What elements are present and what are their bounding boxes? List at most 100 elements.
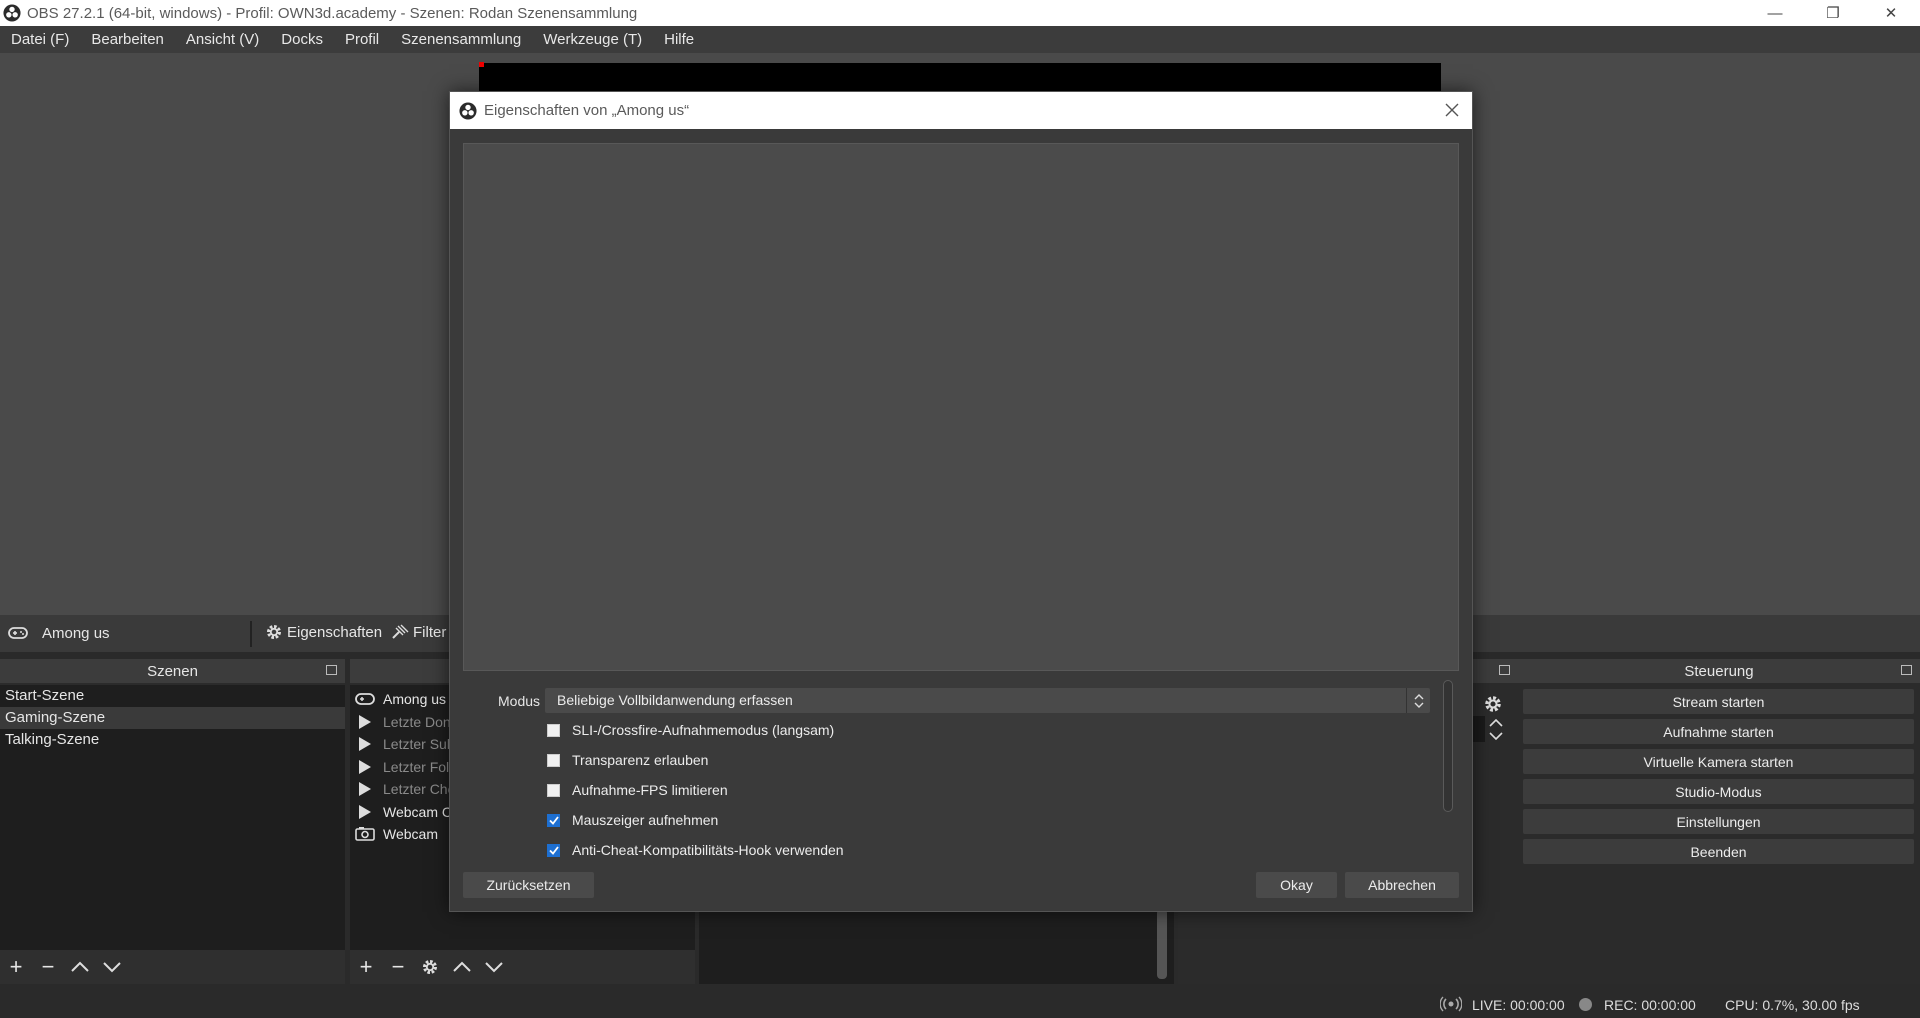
scenes-dock-title: Szenen: [147, 662, 198, 680]
add-scene-button[interactable]: +: [0, 952, 32, 982]
sources-footer: + −: [350, 950, 695, 984]
duration-stepper[interactable]: [1486, 716, 1506, 742]
reset-button[interactable]: Zurücksetzen: [463, 872, 594, 898]
properties-scrollbar[interactable]: [1443, 680, 1453, 812]
rec-dot-icon: [1579, 998, 1592, 1011]
source-label: Letzte Don: [383, 713, 451, 730]
mode-value: Beliebige Vollbildanwendung erfassen: [557, 692, 793, 708]
controls-dock-title: Steuerung: [1684, 662, 1754, 680]
menu-view[interactable]: Ansicht (V): [175, 31, 270, 48]
capture-cursor-checkbox[interactable]: Mauszeiger aufnehmen: [547, 810, 718, 830]
chevron-up-icon: [1489, 718, 1503, 727]
dialog-title: Eigenschaften von „Among us“: [484, 102, 690, 119]
start-recording-button[interactable]: Aufnahme starten: [1523, 719, 1914, 744]
menu-profile[interactable]: Profil: [334, 31, 390, 48]
play-icon: [359, 804, 371, 819]
scenes-footer: + −: [0, 950, 345, 984]
checkbox-label: Aufnahme-FPS limitieren: [572, 782, 728, 798]
broadcast-icon: [1440, 996, 1462, 1012]
anticheat-hook-checkbox[interactable]: Anti-Cheat-Kompatibilitäts-Hook verwende…: [547, 840, 844, 860]
chevron-down-icon: [103, 962, 121, 973]
source-properties-button[interactable]: [414, 952, 446, 982]
menu-file[interactable]: Datei (F): [0, 31, 80, 48]
selection-handle[interactable]: [479, 62, 484, 67]
scenes-list: Start-Szene Gaming-Szene Talking-Szene: [0, 685, 345, 950]
remove-scene-button[interactable]: −: [32, 952, 64, 982]
menu-scene-collection[interactable]: Szenensammlung: [390, 31, 532, 48]
add-source-button[interactable]: +: [350, 952, 382, 982]
scene-item-gaming[interactable]: Gaming-Szene: [0, 707, 345, 729]
updown-arrows-icon: [1406, 688, 1430, 713]
status-bar: LIVE: 00:00:00 REC: 00:00:00 CPU: 0.7%, …: [0, 990, 1920, 1018]
menu-help[interactable]: Hilfe: [653, 31, 705, 48]
menu-edit[interactable]: Bearbeiten: [80, 31, 175, 48]
exit-button[interactable]: Beenden: [1523, 839, 1914, 864]
limit-fps-checkbox[interactable]: Aufnahme-FPS limitieren: [547, 780, 728, 800]
menu-tools[interactable]: Werkzeuge (T): [532, 31, 653, 48]
source-label: Webcam C: [383, 803, 452, 820]
checkbox-label: Anti-Cheat-Kompatibilitäts-Hook verwende…: [572, 842, 844, 858]
gamepad-icon: [355, 693, 375, 706]
mode-label: Modus: [498, 693, 541, 709]
scene-item-start[interactable]: Start-Szene: [0, 685, 345, 707]
checkbox-label: SLI-/Crossfire-Aufnahmemodus (langsam): [572, 722, 835, 738]
properties-label: Eigenschaften: [287, 623, 383, 641]
dialog-close-button[interactable]: [1442, 100, 1462, 120]
toolbar-divider: [250, 621, 252, 647]
minimize-button[interactable]: —: [1746, 0, 1804, 26]
cpu-fps: CPU: 0.7%, 30.00 fps: [1725, 997, 1860, 1013]
obs-logo-icon: [459, 101, 477, 120]
transition-settings-button[interactable]: [1480, 691, 1506, 717]
source-label: Letzter Che: [383, 781, 456, 798]
camera-icon: [355, 827, 375, 842]
scene-item-talking[interactable]: Talking-Szene: [0, 729, 345, 751]
undock-icon[interactable]: [1901, 665, 1912, 675]
chevron-down-icon: [485, 962, 503, 973]
play-icon: [359, 714, 371, 729]
checkbox-label: Mauszeiger aufnehmen: [572, 812, 719, 828]
mode-select[interactable]: Beliebige Vollbildanwendung erfassen: [545, 688, 1430, 713]
start-virtual-camera-button[interactable]: Virtuelle Kamera starten: [1523, 749, 1914, 774]
properties-button[interactable]: Eigenschaften: [265, 623, 382, 641]
source-label: Letzter Fol: [383, 758, 450, 775]
dialog-preview: [463, 143, 1459, 671]
filter-button[interactable]: Filter: [390, 623, 446, 641]
close-icon: [1445, 103, 1459, 117]
remove-source-button[interactable]: −: [382, 952, 414, 982]
live-timer: LIVE: 00:00:00: [1472, 997, 1565, 1013]
checkbox-box[interactable]: [547, 843, 560, 857]
studio-mode-button[interactable]: Studio-Modus: [1523, 779, 1914, 804]
gear-icon: [267, 625, 281, 639]
gamepad-icon: [8, 627, 28, 639]
move-scene-down-button[interactable]: [96, 952, 128, 982]
undock-icon[interactable]: [1499, 665, 1510, 675]
chevron-up-icon: [71, 961, 89, 972]
allow-transparency-checkbox[interactable]: Transparenz erlauben: [547, 750, 708, 770]
source-label: Letzter Sul: [383, 736, 450, 753]
restore-button[interactable]: ❐: [1804, 0, 1862, 26]
checkbox-box[interactable]: [547, 723, 560, 737]
checkbox-box[interactable]: [547, 783, 560, 797]
move-source-up-button[interactable]: [446, 952, 478, 982]
settings-button[interactable]: Einstellungen: [1523, 809, 1914, 834]
window-title: OBS 27.2.1 (64-bit, windows) - Profil: O…: [27, 4, 638, 22]
menu-docks[interactable]: Docks: [270, 31, 334, 48]
checkbox-label: Transparenz erlauben: [572, 752, 709, 768]
move-scene-up-button[interactable]: [64, 952, 96, 982]
cancel-button[interactable]: Abbrechen: [1345, 872, 1459, 898]
gear-icon: [423, 960, 437, 974]
checkmark-icon: [548, 815, 559, 825]
chevron-up-icon: [453, 961, 471, 972]
mixer-scrollbar[interactable]: [1157, 909, 1167, 979]
checkbox-box[interactable]: [547, 753, 560, 767]
obs-logo-icon: [3, 4, 21, 22]
move-source-down-button[interactable]: [478, 952, 510, 982]
close-window-button[interactable]: ✕: [1862, 0, 1920, 26]
checkbox-box[interactable]: [547, 813, 560, 827]
undock-icon[interactable]: [326, 665, 337, 675]
dialog-title-bar: Eigenschaften von „Among us“: [450, 92, 1472, 129]
ok-button[interactable]: Okay: [1256, 872, 1337, 898]
start-stream-button[interactable]: Stream starten: [1523, 689, 1914, 714]
filter-icon: [392, 624, 409, 639]
sli-crossfire-checkbox[interactable]: SLI-/Crossfire-Aufnahmemodus (langsam): [547, 720, 834, 740]
